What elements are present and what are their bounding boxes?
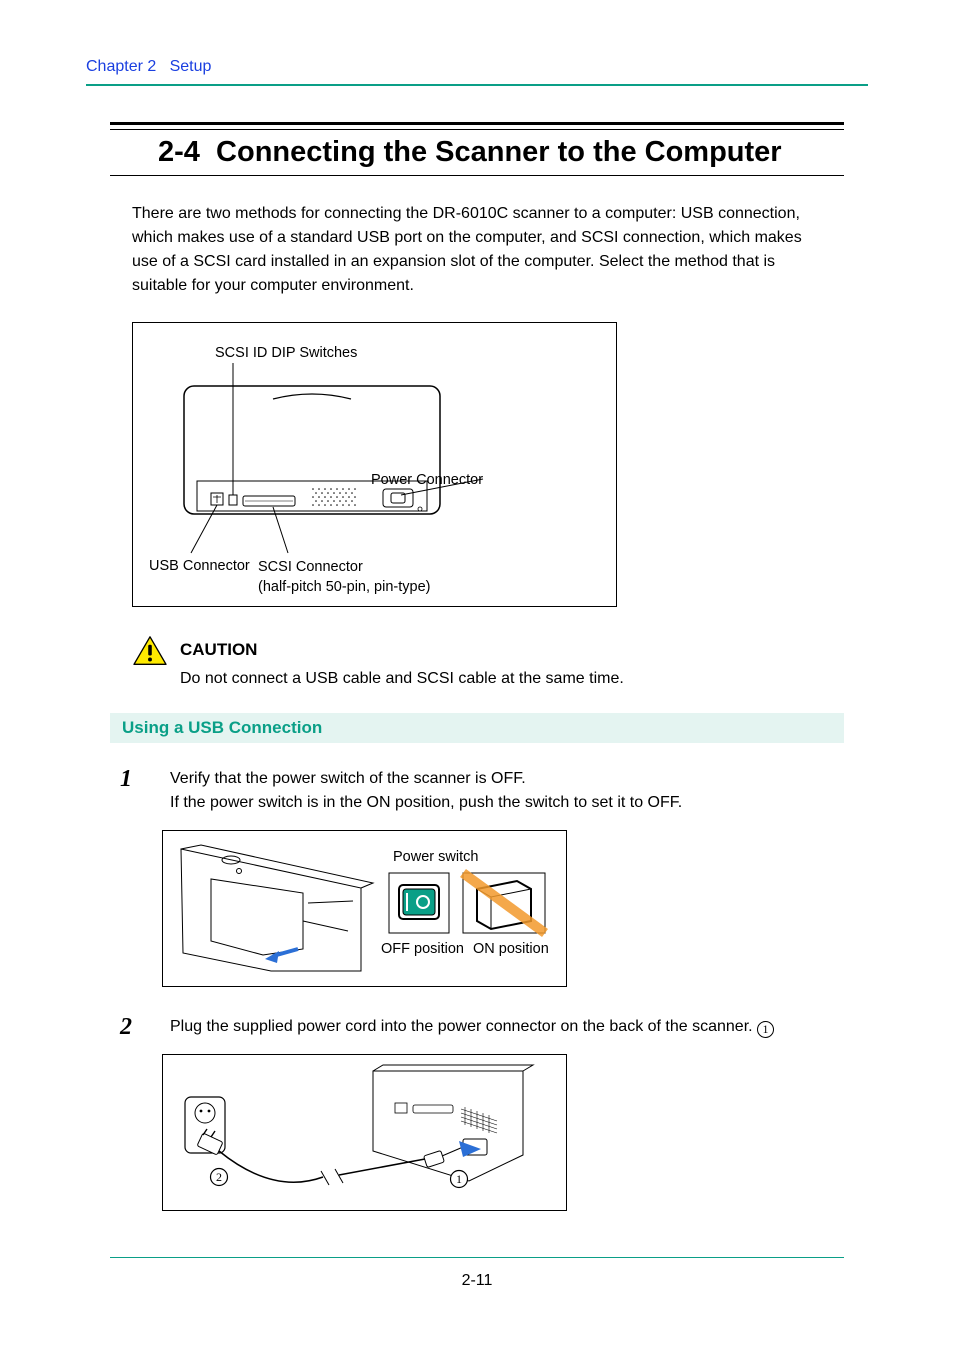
step2-ref-1: 1 — [757, 1021, 774, 1038]
section-title: Connecting the Scanner to the Computer — [216, 136, 782, 168]
step1-line1: Verify that the power switch of the scan… — [170, 767, 682, 792]
page-number: 2-11 — [0, 1272, 954, 1290]
diagram1-leaders — [133, 323, 618, 608]
power-switch-illustration — [163, 831, 568, 988]
chapter-title: Setup — [170, 58, 212, 75]
section-number: 2-4 — [158, 136, 200, 168]
svg-text:1: 1 — [456, 1172, 462, 1186]
step2-text: Plug the supplied power cord into the po… — [170, 1018, 757, 1035]
footer-rule — [110, 1257, 844, 1258]
subsection-heading: Using a USB Connection — [110, 713, 844, 743]
step1-line2: If the power switch is in the ON positio… — [170, 791, 682, 816]
power-cord-illustration: 1 2 — [163, 1055, 568, 1212]
caution-text: Do not connect a USB cable and SCSI cabl… — [180, 667, 624, 691]
caution-title: CAUTION — [180, 637, 624, 663]
connector-diagram: SCSI ID DIP Switches Power Connector USB… — [132, 322, 617, 607]
caution-block: CAUTION Do not connect a USB cable and S… — [110, 637, 844, 691]
chapter-header: Chapter 2 Setup — [86, 58, 868, 76]
step-2: 2 Plug the supplied power cord into the … — [110, 1015, 844, 1040]
chapter-number: Chapter 2 — [86, 58, 156, 75]
header-rule — [86, 84, 868, 86]
step-1: 1 Verify that the power switch of the sc… — [110, 767, 844, 817]
step-number-1: 1 — [120, 767, 148, 817]
power-switch-diagram: Power switch OFF position ON position — [162, 830, 567, 987]
caution-icon — [132, 635, 168, 667]
intro-paragraph: There are two methods for connecting the… — [110, 202, 844, 298]
svg-text:2: 2 — [216, 1170, 222, 1184]
power-cord-diagram: 1 2 — [162, 1054, 567, 1211]
step-number-2: 2 — [120, 1015, 148, 1040]
section-heading: 2-4 Connecting the Scanner to the Comput… — [110, 122, 844, 176]
